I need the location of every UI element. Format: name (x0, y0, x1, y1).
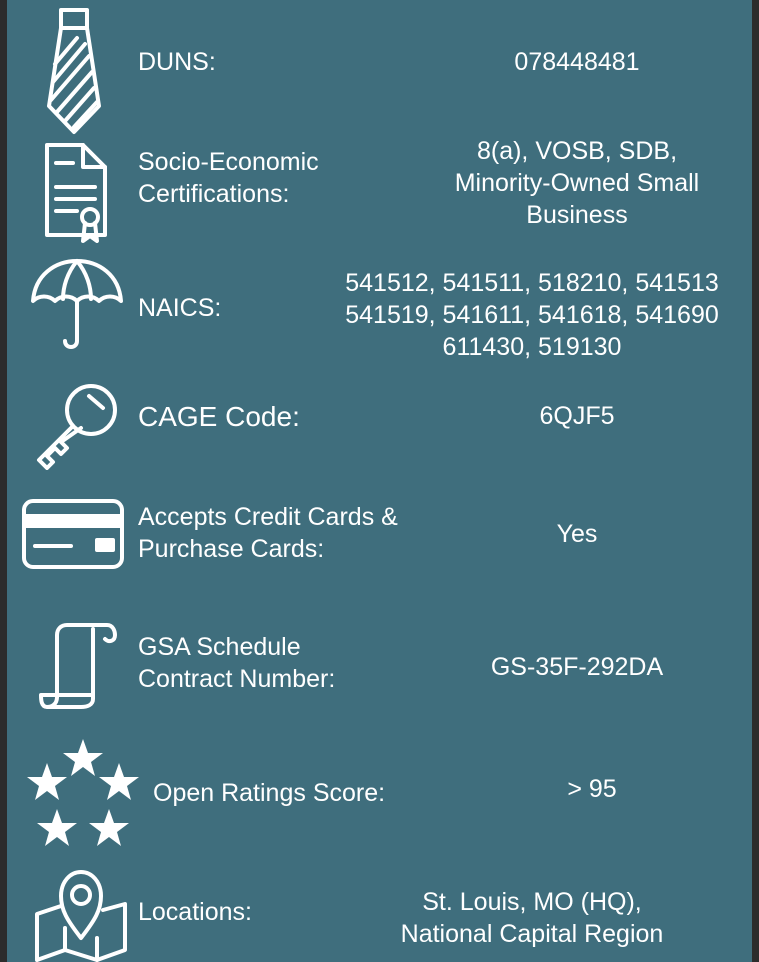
locations-value: St. Louis, MO (HQ), National Capital Reg… (400, 888, 664, 948)
open-ratings-label: Open Ratings Score: (153, 779, 386, 807)
certificate-document-icon (43, 141, 109, 243)
scroll-icon (37, 621, 119, 711)
key-icon (31, 380, 121, 470)
gsa-schedule-label: GSA Schedule Contract Number: (138, 633, 336, 693)
stars-icon (27, 737, 139, 849)
tie-icon (41, 6, 107, 136)
gsa-schedule-row: GSA Schedule Contract Number: GS-35F-292… (7, 615, 752, 725)
cage-code-label: CAGE Code: (138, 401, 300, 432)
socio-economic-value: 8(a), VOSB, SDB, Minority-Owned Small Bu… (454, 137, 700, 229)
umbrella-icon (29, 257, 125, 353)
naics-row: NAICS: 541512, 541511, 518210, 541513 54… (7, 255, 752, 380)
duns-value: 078448481 (514, 48, 640, 76)
credit-cards-row: Accepts Credit Cards & Purchase Cards: Y… (7, 490, 752, 600)
socio-economic-row: Socio-Economic Certifications: 8(a), VOS… (7, 135, 752, 250)
locations-label: Locations: (138, 898, 252, 926)
info-panel: DUNS: 078448481 Socio-Economic Certifica… (0, 0, 759, 962)
credit-card-icon (21, 498, 125, 570)
map-pin-icon (31, 866, 131, 962)
duns-label: DUNS: (138, 48, 216, 76)
credit-cards-value: Yes (556, 520, 598, 548)
open-ratings-value: > 95 (567, 775, 617, 803)
gsa-schedule-value: GS-35F-292DA (490, 653, 664, 681)
naics-label: NAICS: (138, 294, 222, 322)
cage-code-value: 6QJF5 (539, 402, 615, 430)
cage-code-row: CAGE Code: 6QJF5 (7, 378, 752, 478)
credit-cards-label: Accepts Credit Cards & Purchase Cards: (138, 503, 398, 563)
socio-economic-label: Socio-Economic Certifications: (138, 148, 319, 208)
open-ratings-row: Open Ratings Score: > 95 (7, 735, 752, 850)
locations-row: Locations: St. Louis, MO (HQ), National … (7, 860, 752, 962)
duns-row: DUNS: 078448481 (7, 0, 752, 140)
naics-value: 541512, 541511, 518210, 541513 541519, 5… (345, 269, 719, 361)
